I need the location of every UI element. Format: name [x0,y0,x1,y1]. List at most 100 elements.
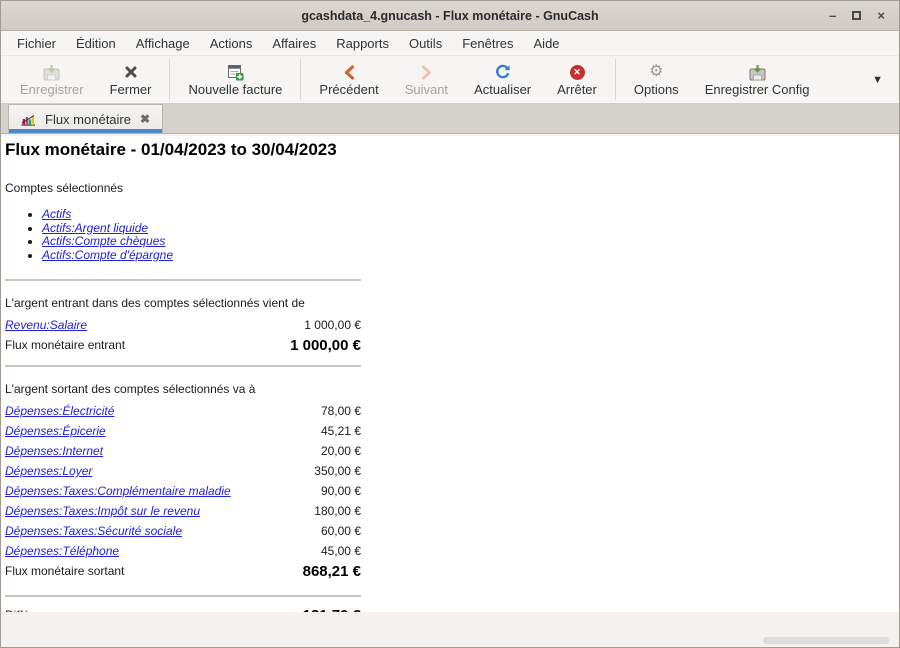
menu-item[interactable]: Aide [524,33,570,54]
amount-value: 20,00 € [321,444,361,458]
menu-item[interactable]: Fichier [7,33,66,54]
menu-item[interactable]: Affichage [126,33,200,54]
forward-button: Suivant [392,56,461,103]
amount-value: 45,21 € [321,424,361,438]
table-row: Dépenses:Taxes:Impôt sur le revenu 180,0… [5,501,361,521]
separator [5,365,361,367]
tab-strip: Flux monétaire ✖ [1,104,899,134]
account-link[interactable]: Actifs:Compte d'épargne [42,248,173,262]
save-icon [43,62,60,82]
money-in-total-amount: 1 000,00 € [290,337,361,354]
save-button: Enregistrer [7,56,97,103]
close-button[interactable]: × [877,9,885,22]
menu-item[interactable]: Actions [200,33,263,54]
invoice-icon [227,62,244,82]
accounts-heading: Comptes sélectionnés [5,181,900,195]
amount-value: 90,00 € [321,484,361,498]
amount-value: 350,00 € [314,464,361,478]
toolbar-spacer [822,56,868,103]
account-link[interactable]: Dépenses:Électricité [5,404,114,418]
account-link[interactable]: Dépenses:Internet [5,444,103,458]
close-icon [124,62,138,82]
amount-value: 180,00 € [314,504,361,518]
menubar: Fichier Édition Affichage Actions Affair… [1,31,899,56]
save-config-button[interactable]: Enregistrer Config [692,56,823,103]
money-out-table: Dépenses:Électricité 78,00 € Dépenses:Ép… [5,401,361,581]
separator [5,595,361,597]
toolbar-overflow-button[interactable]: ▼ [868,56,893,103]
amount-value: 78,00 € [321,404,361,418]
account-link[interactable]: Dépenses:Taxes:Impôt sur le revenu [5,504,200,518]
table-row: Dépenses:Taxes:Sécurité sociale 60,00 € [5,521,361,541]
tab-close-icon[interactable]: ✖ [140,112,150,126]
menu-item[interactable]: Édition [66,33,126,54]
horizontal-scrollbar-thumb[interactable] [763,637,889,644]
tab-flux-monetaire[interactable]: Flux monétaire ✖ [8,104,163,133]
selected-accounts-list: Actifs Actifs:Argent liquide Actifs:Comp… [5,208,900,262]
new-invoice-button[interactable]: Nouvelle facture [175,56,295,103]
account-list-item: Actifs:Argent liquide [42,222,900,236]
money-in-rows: Revenu:Salaire 1 000,00 € [5,315,361,335]
toolbar-separator [300,59,301,100]
refresh-icon [495,62,511,82]
account-link[interactable]: Dépenses:Taxes:Sécurité sociale [5,524,182,538]
toolbar: Enregistrer Fermer [1,56,899,104]
gnucash-window: gcashdata_4.gnucash - Flux monétaire - G… [0,0,900,648]
refresh-button[interactable]: Actualiser [461,56,544,103]
amount-value: 45,00 € [321,544,361,558]
table-row: Dépenses:Loyer 350,00 € [5,461,361,481]
back-label: Précédent [319,82,378,97]
money-in-table: Revenu:Salaire 1 000,00 € Flux monétaire… [5,315,361,355]
menu-item[interactable]: Rapports [326,33,399,54]
money-out-rows: Dépenses:Électricité 78,00 € Dépenses:Ép… [5,401,361,561]
money-out-total-amount: 868,21 € [303,563,361,580]
save-config-label: Enregistrer Config [705,82,810,97]
back-arrow-icon [343,62,356,82]
amount-value: 60,00 € [321,524,361,538]
minimize-button[interactable]: – [829,9,836,22]
table-row: Dépenses:Électricité 78,00 € [5,401,361,421]
account-link[interactable]: Actifs [42,207,71,221]
account-link[interactable]: Dépenses:Taxes:Complémentaire maladie [5,484,231,498]
account-list-item: Actifs [42,208,900,222]
money-out-total-row: Flux monétaire sortant 868,21 € [5,561,361,581]
money-in-heading: L'argent entrant dans des comptes sélect… [5,296,900,310]
menu-item[interactable]: Affaires [262,33,326,54]
separator [5,279,361,281]
report-view: Flux monétaire - 01/04/2023 to 30/04/202… [1,136,900,614]
account-link[interactable]: Dépenses:Épicerie [5,424,106,438]
account-link[interactable]: Actifs:Compte chèques [42,234,165,248]
save-config-icon [749,62,766,82]
barchart-icon [21,113,36,126]
titlebar: gcashdata_4.gnucash - Flux monétaire - G… [1,1,899,31]
account-list-item: Actifs:Compte d'épargne [42,249,900,263]
forward-arrow-icon [420,62,433,82]
options-button[interactable]: ⚙ Options [621,56,692,103]
close-tab-button[interactable]: Fermer [97,56,165,103]
table-row: Dépenses:Internet 20,00 € [5,441,361,461]
table-row: Dépenses:Taxes:Complémentaire maladie 90… [5,481,361,501]
stop-label: Arrêter [557,82,597,97]
account-link[interactable]: Dépenses:Loyer [5,464,92,478]
save-label: Enregistrer [20,82,84,97]
account-link[interactable]: Actifs:Argent liquide [42,221,148,235]
toolbar-separator [615,59,616,100]
money-out-total-label: Flux monétaire sortant [5,564,124,578]
account-link[interactable]: Revenu:Salaire [5,318,87,332]
menu-item[interactable]: Outils [399,33,452,54]
refresh-label: Actualiser [474,82,531,97]
window-title: gcashdata_4.gnucash - Flux monétaire - G… [1,9,899,23]
back-button[interactable]: Précédent [306,56,391,103]
table-row: Revenu:Salaire 1 000,00 € [5,315,361,335]
window-controls: – × [829,9,899,22]
account-link[interactable]: Dépenses:Téléphone [5,544,119,558]
close-label: Fermer [110,82,152,97]
bottom-strip [1,612,900,647]
amount-value: 1 000,00 € [304,318,361,332]
menu-item[interactable]: Fenêtres [452,33,523,54]
tab-label: Flux monétaire [45,112,131,127]
stop-button[interactable]: ✕ Arrêter [544,56,610,103]
maximize-button[interactable] [852,11,861,20]
new-invoice-label: Nouvelle facture [188,82,282,97]
account-list-item: Actifs:Compte chèques [42,235,900,249]
